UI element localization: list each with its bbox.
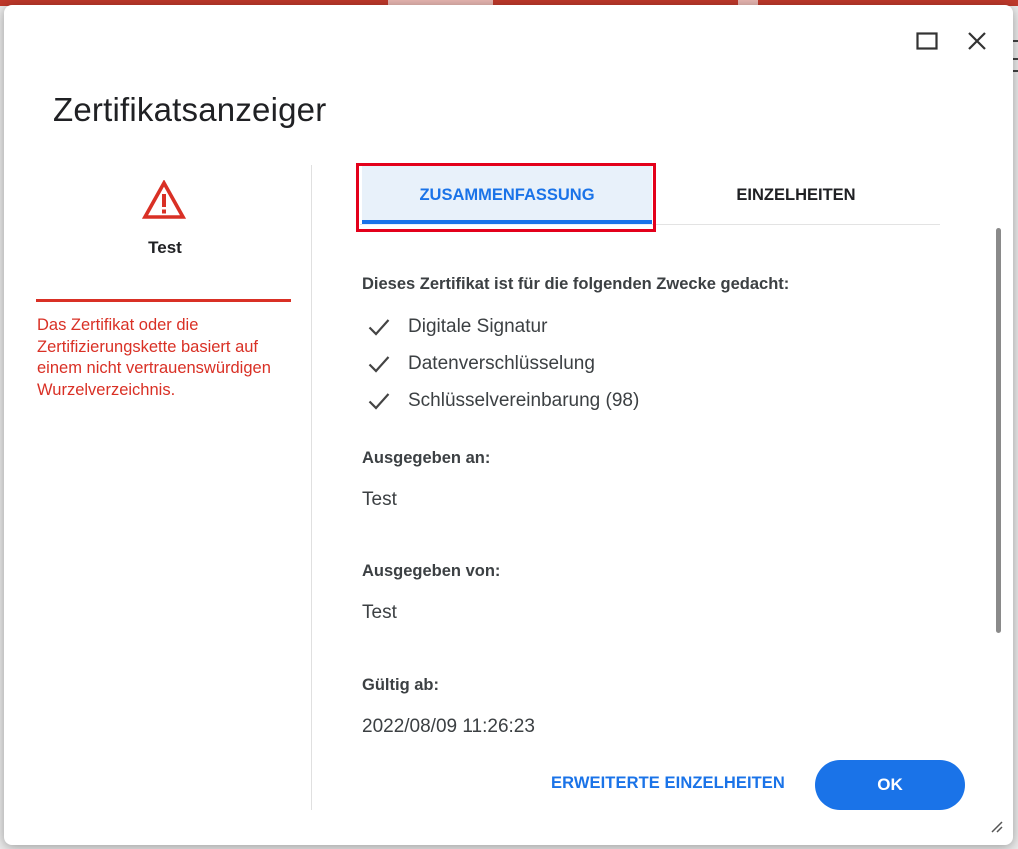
- purpose-label: Digitale Signatur: [408, 315, 548, 337]
- warning-icon: [142, 180, 186, 219]
- checkmark-icon: [368, 318, 390, 336]
- purpose-label: Datenverschlüsselung: [408, 352, 595, 374]
- valid-from-value: 2022/08/09 11:26:23: [362, 716, 535, 737]
- tab-summary-label: ZUSAMMENFASSUNG: [419, 185, 595, 204]
- error-divider: [36, 299, 291, 302]
- ok-button[interactable]: OK: [815, 760, 965, 810]
- tab-details-label: EINZELHEITEN: [736, 185, 856, 204]
- tab-bar: ZUSAMMENFASSUNG EINZELHEITEN: [360, 165, 940, 225]
- list-item: Datenverschlüsselung: [362, 345, 962, 382]
- tab-selected-indicator: [362, 220, 652, 224]
- panel-divider: [311, 165, 312, 810]
- list-item: Schlüsselvereinbarung (98): [362, 382, 962, 419]
- resize-grip-icon[interactable]: [988, 818, 1004, 834]
- tab-summary[interactable]: ZUSAMMENFASSUNG: [362, 165, 652, 225]
- valid-from-label: Gültig ab:: [362, 676, 439, 694]
- trust-error-message: Das Zertifikat oder die Zertifizierungsk…: [37, 316, 271, 399]
- tab-details[interactable]: EINZELHEITEN: [652, 165, 940, 225]
- window-controls: [913, 27, 991, 55]
- issued-to-label: Ausgegeben an:: [362, 449, 491, 467]
- issued-by-value: Test: [362, 602, 397, 623]
- list-item: Digitale Signatur: [362, 308, 962, 345]
- advanced-details-button[interactable]: ERWEITERTE EINZELHEITEN: [551, 774, 785, 793]
- checkmark-icon: [368, 355, 390, 373]
- dialog-title: Zertifikatsanzeiger: [53, 91, 327, 128]
- issued-by-label: Ausgegeben von:: [362, 562, 501, 580]
- certificate-subject: Test: [148, 238, 182, 257]
- checkmark-icon: [368, 392, 390, 410]
- scrollbar[interactable]: [996, 228, 1001, 633]
- maximize-icon[interactable]: [913, 27, 941, 55]
- summary-content: Dieses Zertifikat ist für die folgenden …: [362, 275, 962, 738]
- close-icon[interactable]: [963, 27, 991, 55]
- purposes-heading: Dieses Zertifikat ist für die folgenden …: [362, 275, 790, 293]
- issued-to-value: Test: [362, 489, 397, 510]
- purpose-label: Schlüsselvereinbarung (98): [408, 389, 640, 411]
- purpose-list: Digitale Signatur Datenverschlüsselung S…: [362, 308, 962, 419]
